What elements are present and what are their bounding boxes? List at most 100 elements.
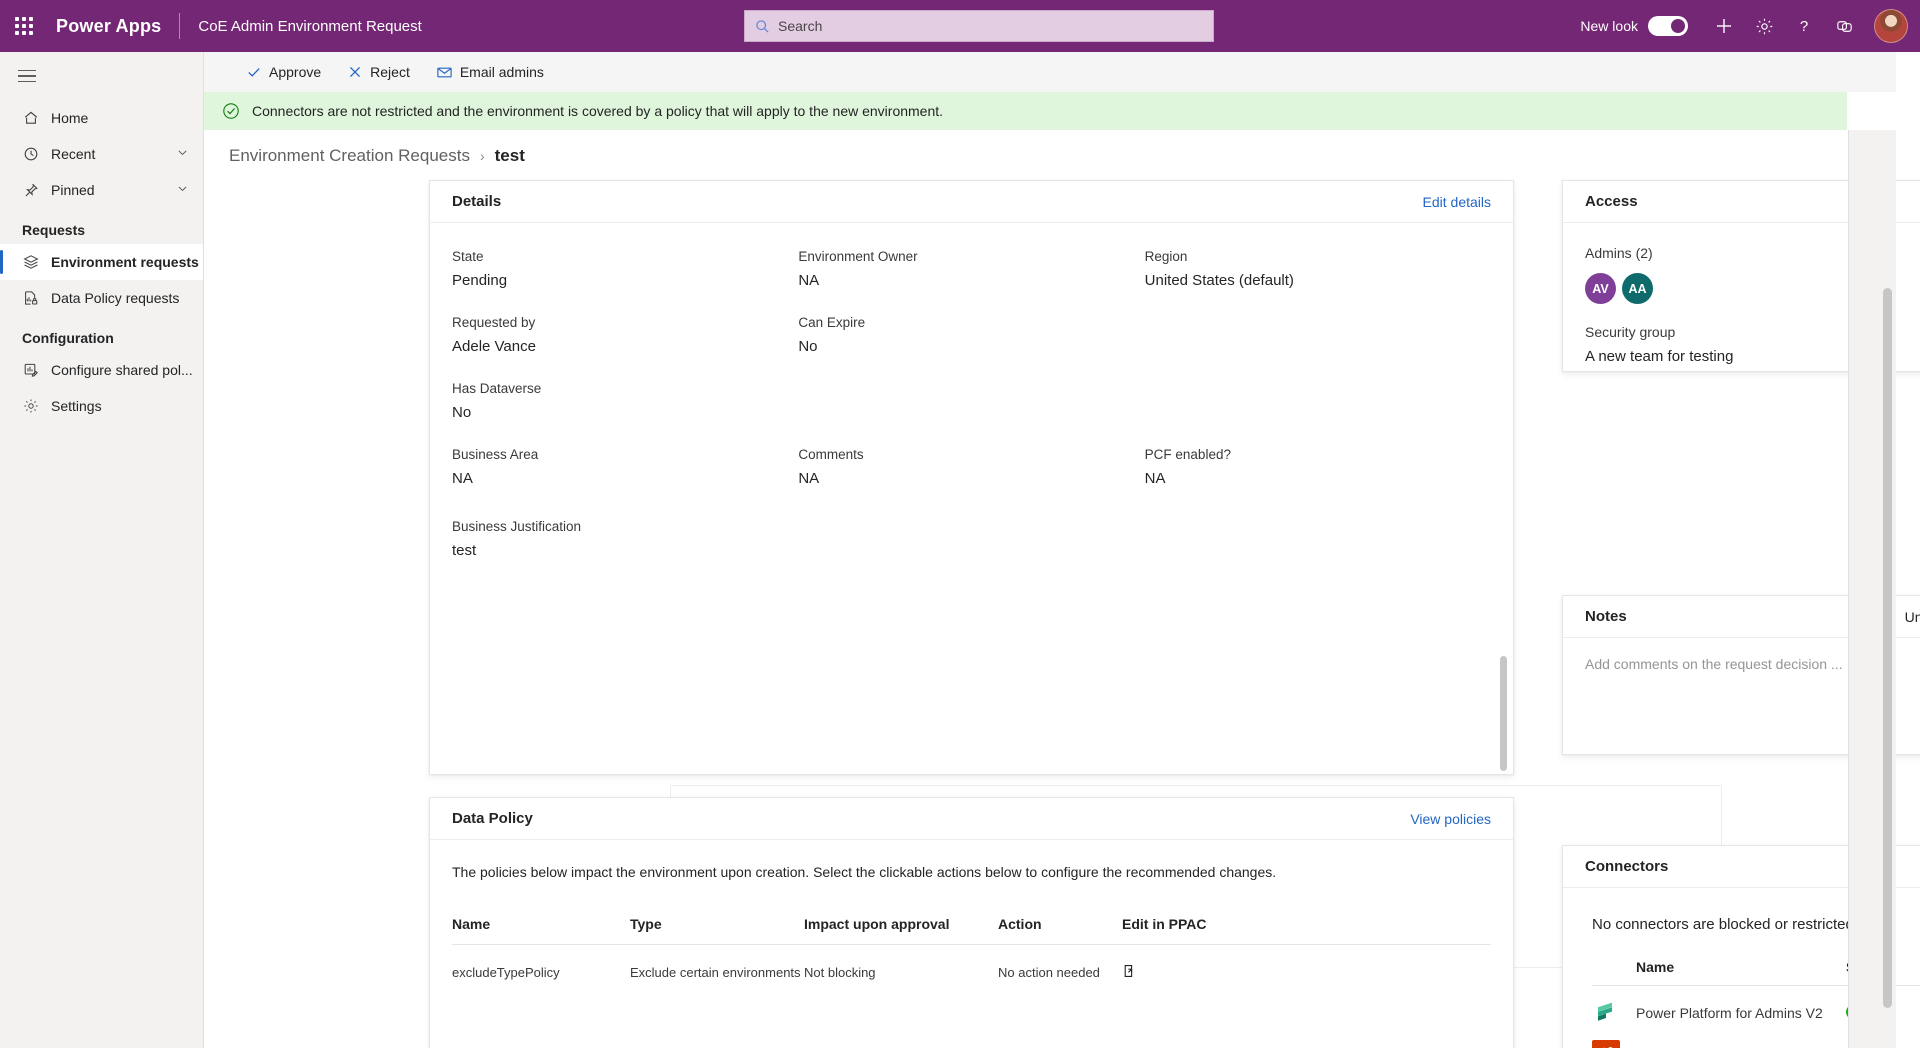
sidebar-group-configuration-title: Configuration xyxy=(22,330,114,346)
sidebar-item-label: Home xyxy=(51,110,89,126)
cell-policy-type: Exclude certain environments xyxy=(630,965,801,980)
reject-button[interactable]: Reject xyxy=(337,56,420,88)
sidebar-item-settings[interactable]: Settings xyxy=(0,388,203,424)
mail-icon xyxy=(437,67,452,77)
main-content: Environment Creation Requests › test Det… xyxy=(204,130,1920,1048)
home-icon xyxy=(22,110,39,127)
field-environment-owner: Environment Owner NA xyxy=(798,249,1144,289)
search-box[interactable] xyxy=(744,10,1214,42)
field-value: No xyxy=(452,404,472,421)
brand-title[interactable]: Power Apps xyxy=(48,16,161,37)
sidebar-item-label: Data Policy requests xyxy=(51,290,180,306)
details-field-row: Business Justification test xyxy=(452,519,1491,559)
brand-divider xyxy=(179,13,181,39)
field-value: Pending xyxy=(452,272,508,289)
sidebar-item-label: Environment requests xyxy=(51,254,199,270)
gear-icon[interactable] xyxy=(1744,0,1784,52)
view-policies-link[interactable]: View policies xyxy=(1410,811,1491,827)
edit-details-link[interactable]: Edit details xyxy=(1423,194,1491,210)
column-header-impact: Impact upon approval xyxy=(804,916,998,945)
cell-policy-impact: Not blocking xyxy=(804,965,876,980)
field-label: Business Area xyxy=(452,447,539,462)
field-value: Adele Vance xyxy=(452,338,536,355)
gear-icon xyxy=(22,398,39,415)
details-title: Details xyxy=(452,193,502,210)
feedback-icon[interactable] xyxy=(1824,0,1864,52)
details-inner-scrollbar[interactable] xyxy=(1500,656,1507,771)
svg-text:?: ? xyxy=(1800,18,1808,35)
field-value: NA xyxy=(452,470,473,487)
cell-connector-icon xyxy=(1592,1027,1636,1048)
clock-icon xyxy=(22,146,39,163)
app-name[interactable]: CoE Admin Environment Request xyxy=(198,18,421,35)
policy-icon xyxy=(22,290,39,307)
details-field-row: Business Area NA Comments NA PCF enabled… xyxy=(452,447,1491,487)
plus-icon[interactable] xyxy=(1704,0,1744,52)
field-has-dataverse: Has Dataverse No xyxy=(452,381,798,421)
banner-text: Connectors are not restricted and the en… xyxy=(252,103,944,119)
sidebar-item-pinned[interactable]: Pinned xyxy=(0,172,203,208)
field-empty xyxy=(1145,315,1491,355)
field-state: State Pending xyxy=(452,249,798,289)
avatar[interactable]: AV xyxy=(1585,273,1616,304)
details-card: Details Edit details State Pending Envir… xyxy=(429,180,1722,968)
column-header-name: Name xyxy=(452,916,630,945)
field-pcf-enabled: PCF enabled? NA xyxy=(1145,447,1491,487)
field-business-justification: Business Justification test xyxy=(452,519,1052,559)
checkmark-icon xyxy=(248,68,260,77)
open-in-new-icon xyxy=(1124,965,1133,977)
sidebar-item-label: Settings xyxy=(51,398,102,414)
email-admins-button[interactable]: Email admins xyxy=(426,56,554,88)
chevron-down-icon[interactable] xyxy=(176,182,189,198)
page-scrollbar[interactable] xyxy=(1883,288,1892,1008)
data-policy-title: Data Policy xyxy=(452,810,533,827)
details-fields: State Pending Environment Owner NA Regio… xyxy=(430,223,1513,559)
approve-label: Approve xyxy=(269,64,322,80)
cell-connector-icon xyxy=(1592,986,1636,1028)
sidebar-item-data-policy-requests[interactable]: Data Policy requests xyxy=(0,280,203,316)
field-label: Business Justification xyxy=(452,519,582,534)
sidebar-item-home[interactable]: Home xyxy=(0,100,203,136)
chevron-down-icon[interactable] xyxy=(176,146,189,162)
field-label: Region xyxy=(1144,249,1188,264)
data-policy-table: Name Type Impact upon approval Action Ed… xyxy=(452,916,1491,982)
new-look-toggle[interactable] xyxy=(1648,16,1688,36)
avatar[interactable]: AA xyxy=(1622,273,1653,304)
column-header-edit-ppac: Edit in PPAC xyxy=(1122,916,1491,945)
sidebar-item-label: Configure shared pol... xyxy=(51,362,193,378)
field-value: NA xyxy=(1144,470,1166,487)
field-empty xyxy=(798,381,1144,421)
sidebar-group-requests-title: Requests xyxy=(22,222,86,238)
layers-icon xyxy=(22,254,39,271)
breadcrumb-parent[interactable]: Environment Creation Requests xyxy=(229,146,470,166)
data-policy-card: Data Policy View policies The policies b… xyxy=(429,797,1514,1048)
app-launcher-waffle-icon[interactable] xyxy=(0,0,48,52)
sidebar-item-environment-requests[interactable]: Environment requests xyxy=(0,244,203,280)
cell-edit-in-ppac[interactable] xyxy=(1122,945,1491,983)
field-can-expire: Can Expire No xyxy=(798,315,1144,355)
field-label: Environment Owner xyxy=(798,249,918,264)
approve-button[interactable]: Approve xyxy=(236,56,331,88)
configure-icon xyxy=(22,362,39,379)
sidebar-item-configure-shared-policies[interactable]: Configure shared pol... xyxy=(0,352,203,388)
field-value: No xyxy=(798,338,818,355)
user-avatar[interactable] xyxy=(1874,9,1908,43)
power-platform-icon xyxy=(1592,999,1620,1027)
field-value: NA xyxy=(798,272,820,289)
field-value: test xyxy=(452,542,477,559)
email-admins-label: Email admins xyxy=(459,64,544,80)
sidebar-item-recent[interactable]: Recent xyxy=(0,136,203,172)
close-icon xyxy=(350,66,361,78)
help-icon[interactable]: ? xyxy=(1784,0,1824,52)
sidebar-item-label: Pinned xyxy=(51,182,95,198)
search-input[interactable] xyxy=(778,18,1203,34)
cell-connector-name: Abstract Phone Validator (Indep... xyxy=(1636,1027,1846,1048)
field-label: Requested by xyxy=(452,315,536,330)
status-banner: Connectors are not restricted and the en… xyxy=(204,92,1847,130)
field-label: Has Dataverse xyxy=(452,381,542,396)
field-value: NA xyxy=(798,470,820,487)
nav-collapse-hamburger-icon[interactable] xyxy=(10,52,54,100)
abstract-validator-icon xyxy=(1592,1040,1620,1048)
command-bar: Approve Reject Email admins xyxy=(204,52,1896,92)
data-policy-description: The policies below impact the environmen… xyxy=(452,864,1277,880)
